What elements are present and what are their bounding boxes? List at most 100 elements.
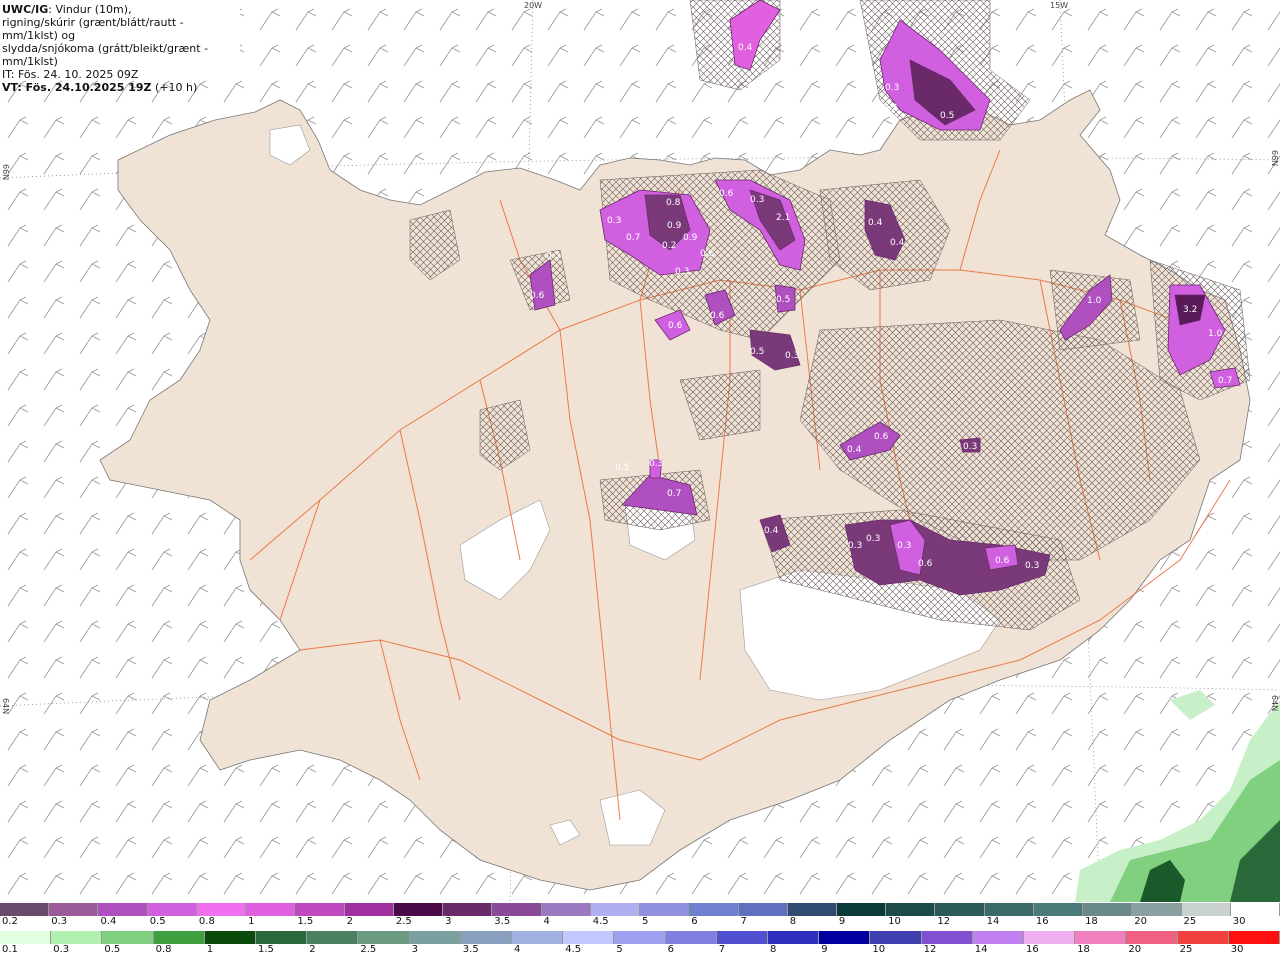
snow-label: 0.5 xyxy=(490,541,504,551)
rain-scale-tick-label: 1.5 xyxy=(258,944,274,955)
snow-scale-tick-label: 3.5 xyxy=(494,916,511,927)
snow-scale-tick-label: 18 xyxy=(1085,916,1098,927)
snow-label: 0.5 xyxy=(615,463,629,473)
snow-label: 0.5 xyxy=(546,251,560,261)
rain-scale-tick-label: 5 xyxy=(616,944,623,955)
snow-scale-swatch xyxy=(836,903,887,916)
snow-scale-swatch xyxy=(443,903,493,916)
snow-scale-tick-label: 2.5 xyxy=(395,916,412,927)
snow-scale-bar xyxy=(0,903,1280,916)
snow-label: 0.3 xyxy=(848,541,862,551)
snow-scale-tick-label: 1 xyxy=(248,916,255,927)
snow-label: 0.3 xyxy=(1025,561,1039,571)
snow-scale-tick-label: 16 xyxy=(1035,916,1049,927)
rain-scale-ticks: 0.1 0.3 0.5 0.8 1 1.5 2 2.5 3 3.5 4 4.5 5 6 7 8 9 10 12 14 1… xyxy=(0,944,1280,957)
rain-scale-swatch xyxy=(1126,931,1178,944)
lat-label-66n-right: 66N xyxy=(1270,150,1279,167)
snow-scale-tick-label: 0.5 xyxy=(149,916,166,927)
snow-scale-swatch xyxy=(984,903,1034,916)
snow-scale-tick-label: 8 xyxy=(789,916,797,927)
snow-label: 0.3 xyxy=(897,541,911,551)
rain-scale-tick-label: 3.5 xyxy=(462,944,479,955)
rain-scale-swatch xyxy=(1024,931,1076,944)
snow-scale-tick-label: 3 xyxy=(445,916,452,927)
snow-label: 0.3 xyxy=(649,459,663,469)
rain-scale-tick-label: 0.5 xyxy=(104,944,121,955)
snow-scale-swatch xyxy=(1033,903,1084,916)
snow-label: 0.6 xyxy=(874,432,889,442)
rain-scale-swatch xyxy=(768,931,820,944)
snow-scale-swatch xyxy=(738,903,788,916)
snow-scale-tick-label: 5 xyxy=(642,916,649,927)
snow-scale-swatch xyxy=(886,903,936,916)
snow-label: 0.8 xyxy=(666,198,681,208)
snow-scale-tick-label: 14 xyxy=(986,916,1000,927)
rain-scale-tick-label: 14 xyxy=(974,944,988,955)
rain-scale-tick-label: 25 xyxy=(1179,944,1193,955)
lat-label-64n-right: 64N xyxy=(1270,695,1279,712)
rain-scale-swatch xyxy=(665,931,717,944)
snow-label: 0.6 xyxy=(710,311,725,321)
rain-scale-swatch xyxy=(102,931,154,944)
rain-scale-tick-label: 4.5 xyxy=(565,944,582,955)
rain-scale-swatch xyxy=(1075,931,1127,944)
snow-scale-swatch xyxy=(344,903,394,916)
rain-scale-tick-label: 4 xyxy=(514,944,521,955)
snow-label: 0.4 xyxy=(890,238,905,248)
snow-label: 0.4 xyxy=(847,445,862,455)
snow-scale-tick-label: 0.3 xyxy=(51,916,68,927)
snow-scale-swatch xyxy=(147,903,197,916)
snow-label: 0.4 xyxy=(764,526,779,536)
snow-scale-tick-label: 12 xyxy=(937,916,951,927)
rain-scale-tick-label: 8 xyxy=(770,944,777,955)
snow-label: 0.3 xyxy=(963,442,977,452)
rain-scale-swatch xyxy=(307,931,359,944)
rain-scale-tick-label: 0.1 xyxy=(2,944,18,955)
init-time: IT: Fös. 24. 10. 2025 09Z xyxy=(2,68,139,81)
info-box: UWC/IG: Vindur (10m), rigning/skúrir (gr… xyxy=(0,0,240,94)
weather-map: 0.4 0.3 0.5 0.5 0.4 0.4 0.3 0.8 0.9 0.7 … xyxy=(0,0,1280,902)
snow-scale-tick-label: 1.5 xyxy=(297,916,314,927)
rain-scale-swatch xyxy=(0,931,52,944)
snow-scale-tick-label: 0.8 xyxy=(198,916,215,927)
snow-scale-swatch xyxy=(689,903,739,916)
rain-scale-tick-label: 1 xyxy=(206,944,214,955)
snow-scale-swatch xyxy=(935,903,985,916)
rain-scale-tick-label: 30 xyxy=(1230,944,1244,955)
snow-color-scale: 0.2 0.3 0.4 0.5 0.8 1 1.5 2 2.5 3 3.5 4 4.5 5 6 7 8 9 10 12… xyxy=(0,903,1280,929)
snow-label: 0.6 xyxy=(668,321,683,331)
snow-scale-tick-label: 20 xyxy=(1134,916,1148,927)
snow-label: 0.7 xyxy=(1218,376,1232,386)
snow-label: 0.9 xyxy=(683,233,698,243)
rain-scale-tick-label: 2 xyxy=(309,944,316,955)
model-name: UWC/IG xyxy=(2,3,49,16)
rain-scale-swatch xyxy=(1228,931,1280,944)
snow-scale-swatch xyxy=(393,903,444,916)
rain-scale-tick-label: 18 xyxy=(1077,944,1090,955)
snow-scale-swatch xyxy=(0,903,50,916)
snow-scale-tick-label: 7 xyxy=(740,916,747,927)
snow-label: 0.6 xyxy=(918,559,933,569)
rain-scale-tick-label: 16 xyxy=(1026,944,1039,955)
snow-scale-swatch xyxy=(295,903,345,916)
rain-scale-tick-label: 2.5 xyxy=(360,944,377,955)
snow-scale-tick-label: 6 xyxy=(691,916,698,927)
snow-scale-swatch xyxy=(1132,903,1182,916)
rain-scale-swatch xyxy=(921,931,973,944)
snow-label: 0.5 xyxy=(776,295,790,305)
snow-label: 0.7 xyxy=(667,489,681,499)
snow-label: 0.5 xyxy=(750,347,764,357)
rain-scale-tick-label: 7 xyxy=(718,944,726,955)
snow-label: 0.2 xyxy=(662,241,676,251)
snow-scale-tick-label: 25 xyxy=(1183,916,1197,927)
snow-scale-tick-label: 0.4 xyxy=(100,916,117,927)
snow-scale-swatch xyxy=(196,903,247,916)
rain-scale-tick-label: 6 xyxy=(667,944,674,955)
map-canvas: 0.4 0.3 0.5 0.5 0.4 0.4 0.3 0.8 0.9 0.7 … xyxy=(0,0,1280,902)
snow-label: 0.6 xyxy=(700,249,715,259)
rain-scale-swatch xyxy=(153,931,205,944)
rain-scale-tick-label: 3 xyxy=(411,944,418,955)
rain-scale-swatch xyxy=(614,931,666,944)
snow-scale-swatch xyxy=(246,903,296,916)
snow-scale-tick-label: 4.5 xyxy=(592,916,609,927)
